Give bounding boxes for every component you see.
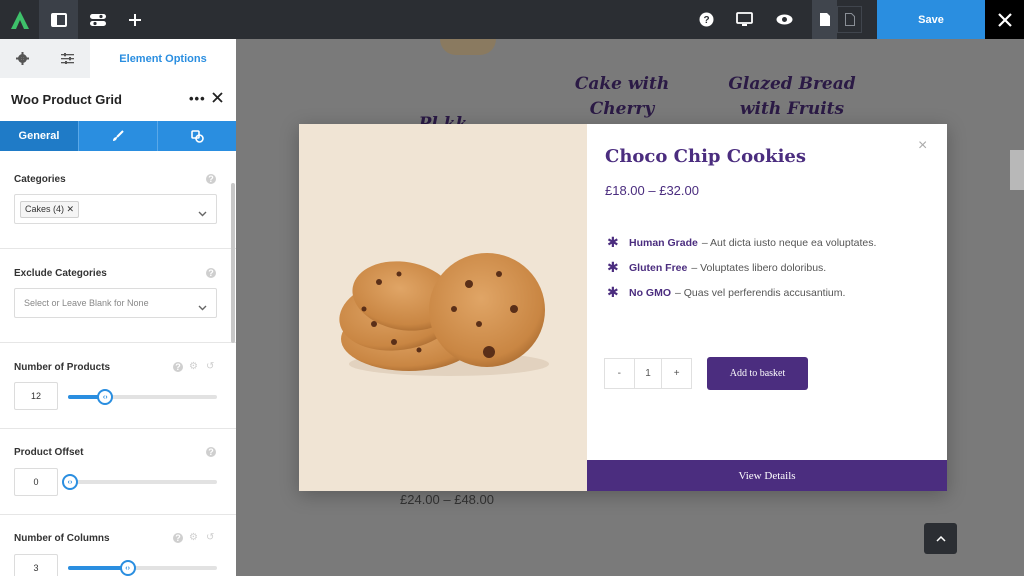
add-to-basket-button[interactable]: Add to basket bbox=[707, 357, 808, 390]
slider-handle[interactable]: ‹› bbox=[97, 389, 114, 405]
number-of-products-label: Number of Products bbox=[14, 362, 111, 373]
chevron-down-icon bbox=[198, 298, 207, 316]
products-help-icon[interactable]: ? bbox=[173, 362, 183, 372]
divider bbox=[0, 342, 236, 343]
product-title-glazed-bread[interactable]: Glazed Bread with Fruits bbox=[720, 72, 864, 122]
page-icon[interactable] bbox=[812, 0, 837, 39]
product-offset-slider[interactable]: ‹› bbox=[62, 474, 217, 490]
categories-label: Categories bbox=[14, 174, 66, 185]
option-subtabs: General bbox=[0, 121, 236, 151]
asterisk-icon: ✱ bbox=[607, 234, 619, 250]
close-panel-icon[interactable] bbox=[212, 90, 223, 108]
help-icon[interactable]: ? bbox=[690, 0, 722, 39]
top-toolbar: ? bbox=[0, 0, 1024, 39]
panel-title: Woo Product Grid bbox=[11, 92, 122, 107]
asterisk-icon: ✱ bbox=[607, 259, 619, 275]
offset-help-icon[interactable]: ? bbox=[206, 447, 216, 457]
divider bbox=[0, 428, 236, 429]
categories-help-icon[interactable]: ? bbox=[206, 174, 216, 184]
chevron-down-icon bbox=[198, 204, 207, 222]
number-of-columns-input[interactable]: 3 bbox=[14, 554, 58, 576]
number-of-products-slider[interactable]: ‹› bbox=[68, 389, 217, 405]
number-of-columns-label: Number of Columns bbox=[14, 533, 110, 544]
panel-toggle-icon[interactable] bbox=[39, 0, 78, 39]
element-options-panel: Element Options Woo Product Grid ••• Gen… bbox=[0, 39, 236, 576]
slider-handle[interactable]: ‹› bbox=[62, 474, 78, 490]
divider bbox=[0, 248, 236, 249]
product-offset-label: Product Offset bbox=[14, 447, 84, 458]
divider bbox=[0, 514, 236, 515]
product-title: Choco Chip Cookies bbox=[605, 146, 806, 167]
tab-advanced-icon[interactable] bbox=[157, 121, 236, 151]
quantity-stepper: - 1 + bbox=[604, 358, 692, 389]
exclude-categories-label: Exclude Categories bbox=[14, 268, 107, 279]
product-title-cake-cherry[interactable]: Cake with Cherry bbox=[560, 72, 684, 122]
product-image bbox=[299, 124, 587, 491]
close-builder-icon[interactable] bbox=[985, 0, 1024, 39]
tab-element-options[interactable]: Element Options bbox=[90, 39, 236, 78]
scroll-to-top-button[interactable] bbox=[924, 523, 957, 554]
feature-text: – Aut dicta iusto neque ea voluptates. bbox=[701, 236, 877, 249]
template-page-icon[interactable] bbox=[837, 6, 862, 33]
panel-sliders-icon[interactable] bbox=[44, 39, 90, 78]
categories-select[interactable]: Cakes (4) ✕ bbox=[14, 194, 217, 224]
products-reset-icon[interactable]: ↺ bbox=[206, 361, 214, 372]
quantity-decrease-button[interactable]: - bbox=[605, 359, 634, 388]
tab-style-brush-icon[interactable] bbox=[78, 121, 157, 151]
panel-scrollbar[interactable] bbox=[231, 183, 235, 343]
view-details-button[interactable]: View Details bbox=[587, 460, 947, 491]
feature-name: Gluten Free bbox=[629, 261, 688, 274]
feature-name: No GMO bbox=[629, 286, 671, 299]
svg-text:?: ? bbox=[703, 15, 709, 26]
feature-item: ✱ Gluten Free – Voluptates libero dolori… bbox=[607, 259, 826, 276]
feature-item: ✱ Human Grade – Aut dicta iusto neque ea… bbox=[607, 234, 876, 251]
save-button[interactable]: Save bbox=[877, 0, 985, 39]
feature-item: ✱ No GMO – Quas vel perferendis accusant… bbox=[607, 284, 845, 301]
product-title-partial[interactable]: Pl kk bbox=[398, 112, 488, 124]
product-image-partial bbox=[440, 39, 496, 55]
desktop-preview-icon[interactable] bbox=[728, 0, 760, 39]
add-element-icon[interactable] bbox=[117, 0, 152, 39]
category-chip[interactable]: Cakes (4) ✕ bbox=[20, 201, 80, 218]
exclude-categories-select[interactable]: Select or Leave Blank for None bbox=[14, 288, 217, 318]
exclude-categories-placeholder: Select or Leave Blank for None bbox=[24, 298, 149, 308]
columns-responsive-gear-icon[interactable]: ⚙ bbox=[189, 532, 198, 543]
product-price: £24.00 – £48.00 bbox=[400, 492, 494, 507]
feature-text: – Quas vel perferendis accusantium. bbox=[675, 286, 846, 299]
settings-toggle-icon[interactable] bbox=[78, 0, 117, 39]
products-responsive-gear-icon[interactable]: ⚙ bbox=[189, 361, 198, 372]
product-offset-input[interactable]: 0 bbox=[14, 468, 58, 496]
panel-tabs: Element Options bbox=[0, 39, 236, 78]
columns-help-icon[interactable]: ? bbox=[173, 533, 183, 543]
feature-text: – Voluptates libero doloribus. bbox=[691, 261, 827, 274]
number-of-products-input[interactable]: 12 bbox=[14, 382, 58, 410]
more-options-button[interactable]: ••• bbox=[189, 91, 206, 106]
close-modal-button[interactable]: × bbox=[918, 137, 927, 155]
quantity-input[interactable]: 1 bbox=[633, 359, 663, 388]
quantity-increase-button[interactable]: + bbox=[662, 359, 691, 388]
number-of-columns-slider[interactable]: ‹› bbox=[68, 560, 217, 576]
feature-name: Human Grade bbox=[629, 236, 698, 249]
slider-handle[interactable]: ‹› bbox=[119, 560, 136, 576]
page-scrollbar[interactable] bbox=[1010, 150, 1024, 190]
app-logo-icon[interactable] bbox=[0, 0, 39, 39]
columns-reset-icon[interactable]: ↺ bbox=[206, 532, 214, 543]
asterisk-icon: ✱ bbox=[607, 284, 619, 300]
product-price-range: £18.00 – £32.00 bbox=[605, 183, 699, 198]
preview-eye-icon[interactable] bbox=[768, 0, 800, 39]
exclude-categories-help-icon[interactable]: ? bbox=[206, 268, 216, 278]
slider-fill bbox=[68, 566, 128, 570]
panel-settings-gear-icon[interactable] bbox=[0, 39, 44, 78]
quick-view-modal: × Choco Chip Cookies £18.00 – £32.00 ✱ H… bbox=[299, 124, 947, 491]
tab-general[interactable]: General bbox=[0, 121, 78, 151]
